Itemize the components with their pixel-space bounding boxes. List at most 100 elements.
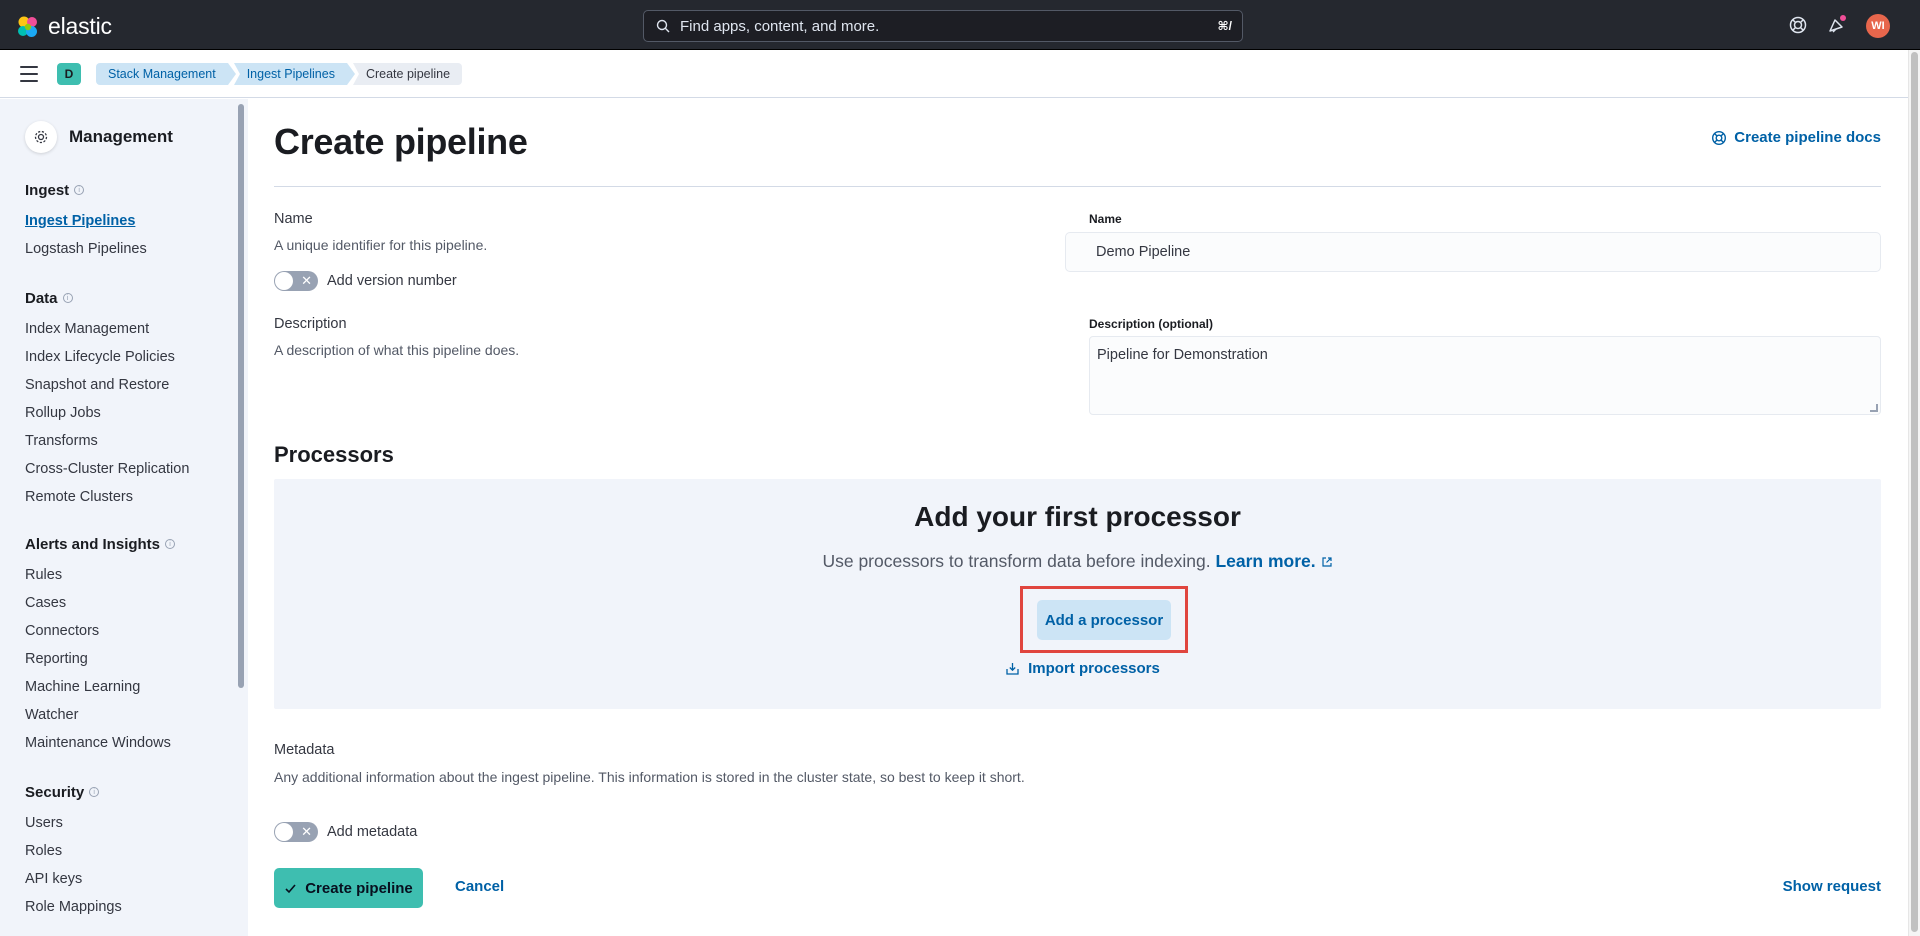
page-title: Create pipeline	[274, 121, 528, 162]
description-field[interactable]: Pipeline for Demonstration	[1089, 336, 1881, 415]
sidebar-item-logstash-pipelines[interactable]: Logstash Pipelines	[25, 235, 147, 263]
sidebar-item-maintenance-windows[interactable]: Maintenance Windows	[25, 729, 175, 757]
space-selector[interactable]: D	[57, 63, 81, 85]
sidebar-item-roles[interactable]: Roles	[25, 837, 122, 865]
learn-more-link[interactable]: Learn more.	[1215, 551, 1332, 571]
cancel-button[interactable]: Cancel	[455, 878, 504, 895]
info-icon: i	[165, 539, 176, 549]
nav-group-ingest: Ingest i Ingest Pipelines Logstash Pipeli…	[25, 179, 147, 263]
close-icon: ✕	[301, 824, 312, 839]
page-scrollbar-thumb[interactable]	[1911, 52, 1918, 932]
create-pipeline-label: Create pipeline	[305, 879, 413, 897]
help-icon[interactable]	[1788, 15, 1808, 35]
name-field-value: Demo Pipeline	[1096, 244, 1191, 260]
name-input-label: Name	[1089, 212, 1122, 226]
description-section-help: A description of what this pipeline does…	[274, 342, 520, 358]
sidebar-scrollbar[interactable]	[238, 104, 244, 688]
breadcrumb-ingest-pipelines[interactable]: Ingest Pipelines	[233, 63, 356, 85]
elastic-logo-icon	[18, 16, 37, 37]
nav-group-data: Data i Index Management Index Lifecycle P…	[25, 287, 189, 511]
sidebar-item-watcher[interactable]: Watcher	[25, 701, 175, 729]
sidebar-item-remote-clusters[interactable]: Remote Clusters	[25, 483, 189, 511]
nav-group-label: Data	[25, 289, 58, 307]
metadata-toggle-row: ✕ Add metadata	[274, 822, 417, 842]
name-section-title: Name	[274, 211, 313, 227]
sidebar-item-cross-cluster-replication[interactable]: Cross-Cluster Replication	[25, 455, 189, 483]
management-sidebar: Management Ingest i Ingest Pipelines Logs…	[0, 99, 248, 936]
sidebar-item-api-keys[interactable]: API keys	[25, 865, 122, 893]
title-divider	[274, 186, 1881, 187]
import-icon	[1006, 663, 1019, 675]
sidebar-title: Management	[69, 127, 173, 146]
elastic-logo[interactable]: elastic	[16, 13, 112, 40]
nav-group-alerts-and-insights: Alerts and Insights i Rules Cases Connect…	[25, 533, 176, 757]
metadata-toggle-label: Add metadata	[327, 824, 418, 840]
info-icon: i	[89, 787, 100, 797]
close-icon: ✕	[301, 273, 312, 288]
name-section-help: A unique identifier for this pipeline.	[274, 237, 488, 253]
info-icon: i	[74, 185, 85, 195]
processors-empty-state: Add your first processor Use processors …	[274, 479, 1881, 709]
sidebar-item-rules[interactable]: Rules	[25, 561, 175, 589]
search-icon	[656, 19, 670, 33]
metadata-help: Any additional information about the ing…	[274, 769, 1025, 785]
description-input-label: Description (optional)	[1089, 317, 1213, 331]
nav-group-label: Alerts and Insights	[25, 535, 161, 553]
breadcrumb: Stack Management Ingest Pipelines Create…	[96, 63, 468, 85]
metadata-switch[interactable]: ✕	[274, 822, 318, 842]
empty-state-title: Add your first processor	[914, 501, 1241, 532]
empty-state-text: Use processors to transform data before …	[822, 551, 1211, 571]
page-scrollbar[interactable]	[1908, 50, 1920, 936]
sidebar-item-index-lifecycle-policies[interactable]: Index Lifecycle Policies	[25, 343, 189, 371]
gear-icon	[25, 121, 57, 153]
newsfeed-icon[interactable]	[1827, 15, 1847, 35]
name-field[interactable]: Demo Pipeline	[1065, 232, 1881, 272]
create-pipeline-docs-link[interactable]: Create pipeline docs	[1711, 129, 1881, 146]
empty-state-body: Use processors to transform data before …	[274, 551, 1881, 572]
menu-toggle-icon[interactable]	[20, 66, 38, 82]
sidebar-item-reporting[interactable]: Reporting	[25, 645, 175, 673]
sidebar-item-role-mappings[interactable]: Role Mappings	[25, 893, 122, 921]
add-processor-button[interactable]: Add a processor	[1037, 600, 1171, 640]
sidebar-item-index-management[interactable]: Index Management	[25, 315, 189, 343]
global-search-input[interactable]: Find apps, content, and more. ⌘/	[643, 10, 1243, 42]
breadcrumb-stack-management[interactable]: Stack Management	[96, 63, 236, 85]
sidebar-item-machine-learning[interactable]: Machine Learning	[25, 673, 175, 701]
user-avatar[interactable]: WI	[1866, 14, 1890, 38]
sidebar-item-rollup-jobs[interactable]: Rollup Jobs	[25, 399, 189, 427]
sidebar-item-ingest-pipelines[interactable]: Ingest Pipelines	[25, 207, 147, 235]
resize-handle-icon[interactable]	[1870, 404, 1878, 412]
import-processors-link[interactable]: Import processors	[274, 660, 1881, 677]
sidebar-item-users[interactable]: Users	[25, 809, 122, 837]
version-toggle-row: ✕ Add version number	[274, 271, 457, 291]
nav-group-security: Security i Users Roles API keys Role Mapp…	[25, 781, 122, 921]
check-icon	[285, 883, 296, 893]
nav-group-label: Security	[25, 783, 85, 801]
search-shortcut: ⌘/	[1217, 19, 1232, 33]
nav-group-label: Ingest	[25, 181, 70, 199]
sidebar-item-snapshot-and-restore[interactable]: Snapshot and Restore	[25, 371, 189, 399]
metadata-section-title: Metadata	[274, 742, 335, 758]
main-content: Create pipeline Create pipeline docs Nam…	[248, 99, 1908, 936]
description-field-value: Pipeline for Demonstration	[1097, 347, 1268, 363]
breadcrumb-bar: D Stack Management Ingest Pipelines Crea…	[0, 50, 1908, 98]
learn-more-label: Learn more.	[1215, 551, 1316, 571]
help-icon	[1712, 130, 1727, 145]
external-link-icon	[1321, 557, 1332, 567]
sidebar-item-cases[interactable]: Cases	[25, 589, 175, 617]
version-toggle-label: Add version number	[327, 273, 457, 289]
sidebar-item-connectors[interactable]: Connectors	[25, 617, 175, 645]
create-pipeline-button[interactable]: Create pipeline	[274, 868, 423, 908]
sidebar-item-transforms[interactable]: Transforms	[25, 427, 189, 455]
show-request-button[interactable]: Show request	[1783, 878, 1881, 895]
sidebar-header: Management	[25, 121, 173, 153]
version-switch[interactable]: ✕	[274, 271, 318, 291]
info-icon: i	[62, 293, 73, 303]
import-processors-label: Import processors	[1028, 660, 1160, 677]
logo-text: elastic	[48, 13, 112, 39]
breadcrumb-create-pipeline: Create pipeline	[352, 63, 463, 85]
description-section-title: Description	[274, 316, 347, 332]
processors-title: Processors	[274, 442, 394, 467]
docs-link-label: Create pipeline docs	[1734, 129, 1881, 146]
global-header: elastic Find apps, content, and more. ⌘/…	[0, 0, 1920, 50]
